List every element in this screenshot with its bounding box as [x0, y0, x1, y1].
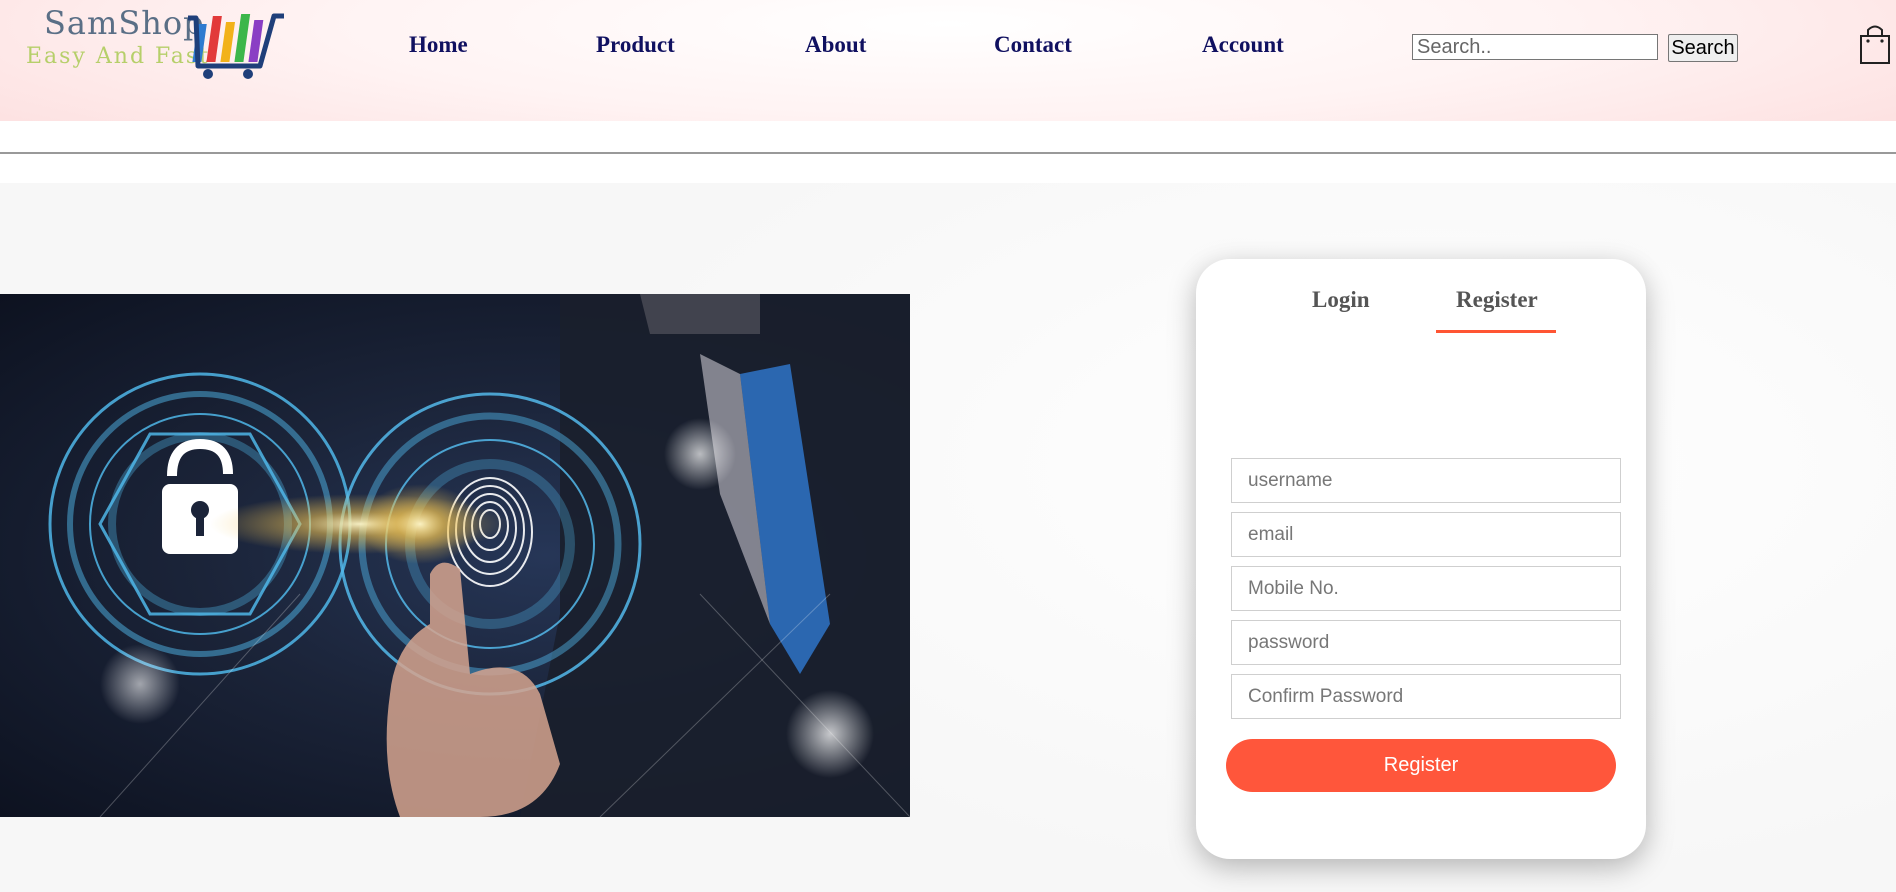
- nav-account[interactable]: Account: [1202, 32, 1284, 58]
- main-content: Login Register Register: [0, 183, 1896, 892]
- search-input[interactable]: [1412, 34, 1658, 60]
- mobile-field[interactable]: [1231, 566, 1621, 611]
- password-field[interactable]: [1231, 620, 1621, 665]
- register-button[interactable]: Register: [1226, 739, 1616, 792]
- brand-logo[interactable]: SamShop Easy And Fast: [24, 4, 284, 80]
- fingerprint-unlock-image: [0, 294, 910, 817]
- brand-name: SamShop: [44, 4, 205, 42]
- nav-about[interactable]: About: [805, 32, 866, 58]
- header-divider: [0, 152, 1896, 154]
- tab-register[interactable]: Register: [1456, 287, 1538, 313]
- tab-login[interactable]: Login: [1312, 287, 1370, 313]
- auth-card: Login Register Register: [1196, 259, 1646, 859]
- site-header: SamShop Easy And Fast Home Product About…: [0, 0, 1896, 121]
- nav-contact[interactable]: Contact: [994, 32, 1072, 58]
- email-field[interactable]: [1231, 512, 1621, 557]
- confirm-password-field[interactable]: [1231, 674, 1621, 719]
- search-button[interactable]: Search: [1668, 34, 1738, 62]
- active-tab-indicator: [1436, 330, 1556, 333]
- username-field[interactable]: [1231, 458, 1621, 503]
- shopping-bag-icon[interactable]: [1858, 22, 1892, 66]
- nav-product[interactable]: Product: [596, 32, 675, 58]
- nav-home[interactable]: Home: [409, 32, 468, 58]
- brand-tagline: Easy And Fast: [26, 44, 211, 69]
- shopping-cart-logo-icon: [188, 13, 284, 79]
